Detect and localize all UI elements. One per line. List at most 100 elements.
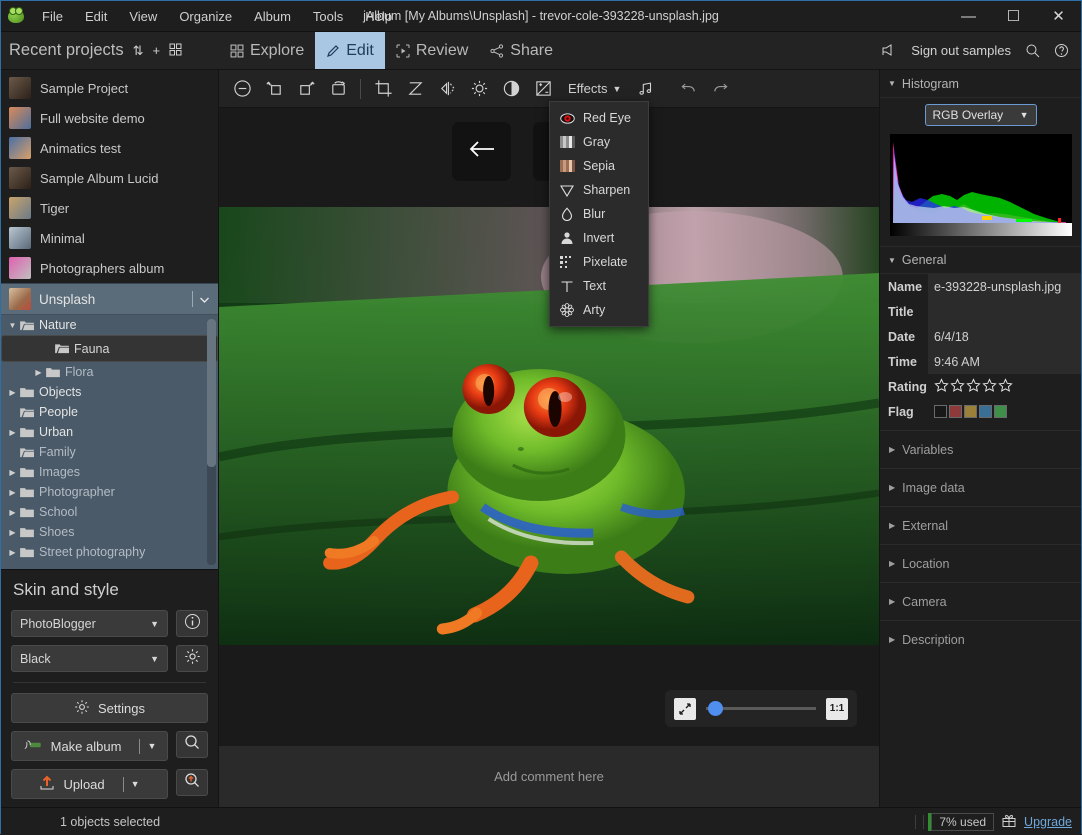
effects-menu-item[interactable]: Arty [550, 298, 648, 322]
tree-expand-arrow[interactable]: ▶ [5, 388, 20, 397]
levels-icon[interactable] [528, 74, 558, 104]
tab-edit[interactable]: Edit [315, 32, 385, 69]
tree-expand-arrow[interactable]: ▶ [5, 468, 20, 477]
tree-node[interactable]: Family [1, 442, 218, 462]
brightness-icon[interactable] [464, 74, 494, 104]
rating-star[interactable] [966, 377, 981, 396]
tree-expand-arrow[interactable]: ▶ [5, 548, 20, 557]
flag-swatch[interactable] [964, 405, 977, 418]
make-album-button[interactable]: Make album ▼ [11, 731, 168, 761]
settings-button[interactable]: Settings [11, 693, 208, 723]
rating-star[interactable] [934, 377, 949, 396]
chevron-down-icon[interactable]: ▼ [147, 741, 156, 751]
tree-node[interactable]: ▶ Objects [1, 382, 218, 402]
collapsed-section[interactable]: ▶ Camera [880, 582, 1081, 620]
menu-file[interactable]: File [31, 5, 74, 28]
grid-view-icon[interactable] [169, 43, 182, 59]
tree-node[interactable]: Fauna [1, 335, 218, 362]
tab-explore[interactable]: Explore [219, 32, 315, 69]
collapsed-section[interactable]: ▶ Location [880, 544, 1081, 582]
mirror-icon[interactable] [432, 74, 462, 104]
maximize-button[interactable]: ☐ [991, 1, 1036, 31]
remove-icon[interactable] [227, 74, 257, 104]
menu-bar[interactable]: File Edit View Organize Album Tools Help [31, 5, 403, 28]
tree-node[interactable]: ▶ Flora [1, 362, 218, 382]
rating-stars[interactable] [934, 377, 1013, 396]
collapsed-section[interactable]: ▶ Variables [880, 430, 1081, 468]
close-button[interactable]: ✕ [1036, 1, 1081, 31]
perspective-icon[interactable] [400, 74, 430, 104]
comment-field[interactable]: Add comment here [219, 745, 879, 807]
help-icon[interactable] [1054, 43, 1069, 58]
tree-node[interactable]: ▶ Shoes [1, 522, 218, 542]
upload-button[interactable]: Upload ▼ [11, 769, 168, 799]
collapsed-section[interactable]: ▶ Image data [880, 468, 1081, 506]
effects-menu-item[interactable]: Sharpen [550, 178, 648, 202]
flag-swatch[interactable] [949, 405, 962, 418]
tree-node[interactable]: ▼ Nature [1, 315, 218, 335]
tree-node[interactable]: ▶ Photographer [1, 482, 218, 502]
megaphone-icon[interactable] [880, 43, 897, 58]
metadata-value[interactable]: 6/4/18 [928, 324, 1081, 349]
redo-icon[interactable] [705, 74, 735, 104]
metadata-value[interactable]: e-393228-unsplash.jpg [928, 274, 1081, 299]
menu-edit[interactable]: Edit [74, 5, 118, 28]
rating-star[interactable] [950, 377, 965, 396]
style-settings-button[interactable] [176, 645, 208, 672]
music-note-icon[interactable] [631, 74, 661, 104]
menu-organize[interactable]: Organize [168, 5, 243, 28]
tree-expand-arrow[interactable]: ▶ [5, 428, 20, 437]
metadata-value[interactable]: 9:46 AM [928, 349, 1081, 374]
tab-share[interactable]: Share [479, 32, 564, 69]
fit-to-screen-icon[interactable] [674, 697, 696, 720]
histogram-mode-select[interactable]: RGB Overlay ▼ [924, 104, 1037, 126]
recent-project-item[interactable]: Sample Project [1, 73, 218, 103]
contrast-icon[interactable] [496, 74, 526, 104]
menu-view[interactable]: View [118, 5, 168, 28]
rotate-left-icon[interactable] [259, 74, 289, 104]
tree-node[interactable]: ▶ School [1, 502, 218, 522]
tree-scrollbar[interactable] [207, 319, 216, 565]
recent-project-item[interactable]: Photographers album [1, 253, 218, 283]
skin-info-button[interactable] [176, 610, 208, 637]
recent-project-item[interactable]: Full website demo [1, 103, 218, 133]
style-select[interactable]: Black ▼ [11, 645, 168, 672]
search-icon[interactable] [1025, 43, 1040, 58]
crop-icon[interactable] [368, 74, 398, 104]
account-button[interactable]: Sign out samples [911, 43, 1011, 58]
effects-menu-item[interactable]: Blur [550, 202, 648, 226]
tree-expand-arrow[interactable]: ▶ [5, 508, 20, 517]
gift-icon[interactable] [1001, 813, 1017, 831]
tab-review[interactable]: Review [385, 32, 479, 69]
previous-image-button[interactable] [452, 122, 511, 181]
minimize-button[interactable]: — [946, 1, 991, 31]
effects-menu-item[interactable]: Text [550, 274, 648, 298]
tree-node[interactable]: People [1, 402, 218, 422]
flag-swatch[interactable] [934, 405, 947, 418]
recent-project-item[interactable]: Tiger [1, 193, 218, 223]
add-project-icon[interactable]: + [153, 43, 161, 58]
chevron-down-icon[interactable] [199, 292, 210, 307]
zoom-actual-size-button[interactable]: 1:1 [826, 697, 848, 720]
skin-select[interactable]: PhotoBlogger ▼ [11, 610, 168, 637]
tree-node[interactable]: ▶ Images [1, 462, 218, 482]
preview-album-button[interactable] [176, 731, 208, 758]
tree-expand-arrow[interactable]: ▶ [5, 528, 20, 537]
general-section-header[interactable]: ▼ General [880, 246, 1081, 274]
effects-menu-item[interactable]: Sepia [550, 154, 648, 178]
tree-expand-arrow[interactable]: ▶ [31, 368, 46, 377]
tree-node[interactable]: ▶ Urban [1, 422, 218, 442]
tree-scrollbar-thumb[interactable] [207, 319, 216, 467]
recent-project-item[interactable]: Animatics test [1, 133, 218, 163]
tree-expand-arrow[interactable]: ▼ [5, 321, 20, 330]
tree-node[interactable]: ▶ Street photography [1, 542, 218, 562]
flag-swatch[interactable] [979, 405, 992, 418]
collapsed-section[interactable]: ▶ Description [880, 620, 1081, 658]
menu-help[interactable]: Help [354, 5, 403, 28]
chevron-down-icon[interactable]: ▼ [131, 779, 140, 789]
menu-album[interactable]: Album [243, 5, 302, 28]
rating-star[interactable] [998, 377, 1013, 396]
menu-tools[interactable]: Tools [302, 5, 354, 28]
rating-star[interactable] [982, 377, 997, 396]
effects-menu-button[interactable]: Effects ▼ [560, 74, 629, 104]
